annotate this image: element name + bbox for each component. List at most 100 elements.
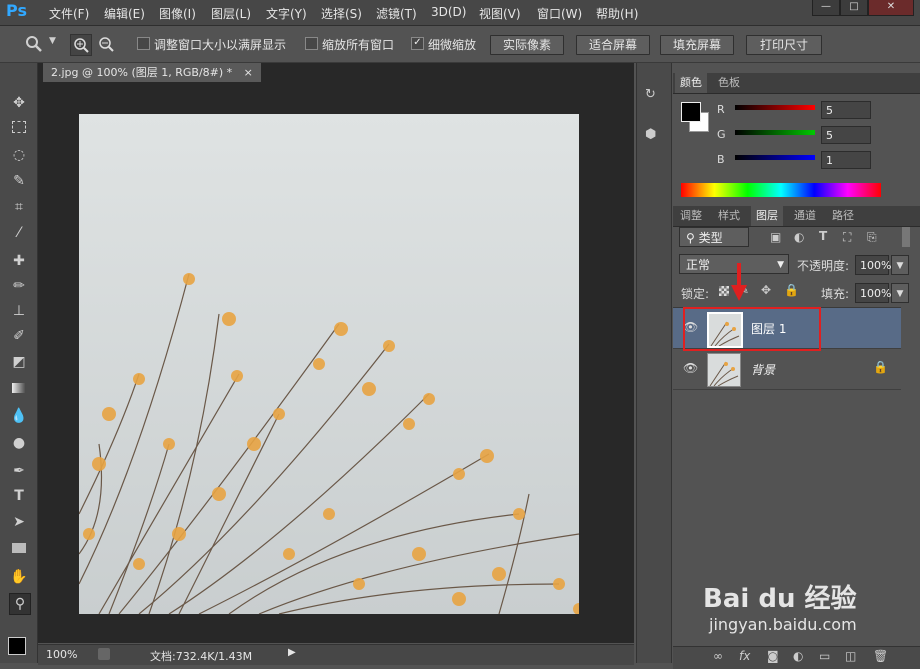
opacity-label: 不透明度: <box>797 259 850 273</box>
layer-row-background[interactable]: 👁 背景 🔒 <box>673 349 901 390</box>
menu-3d[interactable]: 3D(D) <box>431 5 466 19</box>
close-document-icon[interactable]: × <box>244 66 253 79</box>
fx-icon[interactable]: fx <box>739 649 750 663</box>
tab-paths[interactable]: 路径 <box>827 206 859 226</box>
type-tool-icon[interactable]: T <box>9 486 29 506</box>
menu-type[interactable]: 文字(Y) <box>266 5 307 22</box>
history-panel-icon[interactable]: ↻ <box>645 87 663 105</box>
menu-image[interactable]: 图像(I) <box>159 5 196 22</box>
new-group-icon[interactable]: ▭ <box>819 649 830 663</box>
actual-pixels-button[interactable]: 实际像素 <box>490 35 564 55</box>
link-layers-icon[interactable]: ∞ <box>713 649 723 663</box>
lock-all-icon[interactable]: 🔒 <box>784 283 799 297</box>
move-tool-icon[interactable]: ✥ <box>9 93 29 113</box>
layer-mask-icon[interactable]: ◙ <box>767 649 779 663</box>
scrubby-zoom-checkbox[interactable]: ✓ <box>411 37 424 50</box>
fill-field[interactable]: 100% <box>855 283 891 303</box>
document-size: 文档:732.4K/1.43M <box>150 650 253 663</box>
zoom-tool-icon[interactable] <box>24 34 44 58</box>
path-selection-tool-icon[interactable]: ➤ <box>9 512 29 532</box>
dodge-tool-icon[interactable]: ● <box>9 433 29 453</box>
document-title: 2.jpg @ 100% (图层 1, RGB/8#) * <box>51 66 233 79</box>
print-size-button[interactable]: 打印尺寸 <box>746 35 822 55</box>
background-layer-name[interactable]: 背景 <box>751 361 775 378</box>
properties-panel-icon[interactable]: ⬢ <box>645 127 663 145</box>
document-tab[interactable]: 2.jpg @ 100% (图层 1, RGB/8#) * × <box>43 63 261 82</box>
flower-branches-image <box>79 114 579 614</box>
b-value-field[interactable]: 1 <box>821 151 871 169</box>
g-slider[interactable] <box>735 130 815 135</box>
menu-filter[interactable]: 滤镜(T) <box>376 5 417 22</box>
opacity-dropdown-icon[interactable]: ▼ <box>891 255 909 275</box>
eyedropper-tool-icon[interactable]: ⁄ <box>9 223 29 243</box>
brush-tool-icon[interactable]: ✏ <box>9 276 29 296</box>
pixel-filter-icon[interactable]: ▣ <box>770 230 781 244</box>
healing-brush-tool-icon[interactable]: ✚ <box>9 251 29 271</box>
menu-select[interactable]: 选择(S) <box>321 5 362 22</box>
adjustment-filter-icon[interactable]: ◐ <box>794 230 804 244</box>
quick-selection-tool-icon[interactable]: ✎ <box>9 171 29 191</box>
tab-color[interactable]: 颜色 <box>675 73 707 93</box>
clone-stamp-tool-icon[interactable]: ⊥ <box>9 301 29 321</box>
fill-label: 填充: <box>821 287 850 301</box>
menu-window[interactable]: 窗口(W) <box>537 5 582 22</box>
color-spectrum-bar[interactable] <box>681 183 881 197</box>
zoom-tool-selected-icon[interactable]: ⚲ <box>9 593 31 615</box>
zoom-out-icon[interactable] <box>96 34 116 58</box>
close-button[interactable]: ✕ <box>868 0 914 16</box>
history-brush-tool-icon[interactable]: ✐ <box>9 326 29 346</box>
g-value-field[interactable]: 5 <box>821 126 871 144</box>
menu-help[interactable]: 帮助(H) <box>596 5 638 22</box>
zoom-in-icon[interactable] <box>70 34 92 56</box>
marquee-tool-icon[interactable] <box>9 119 29 139</box>
filter-toggle-switch[interactable] <box>902 227 910 247</box>
resize-windows-label: 调整窗口大小以满屏显示 <box>154 38 287 52</box>
gradient-tool-icon[interactable] <box>9 379 29 399</box>
eraser-tool-icon[interactable]: ◩ <box>9 352 29 372</box>
fill-screen-button[interactable]: 填充屏幕 <box>660 35 734 55</box>
adjustment-layer-icon[interactable]: ◐ <box>793 649 803 663</box>
tool-preset-dropdown-icon[interactable]: ▼ <box>49 36 56 46</box>
layer-filter-dropdown[interactable]: ⚲ 类型 <box>679 227 749 247</box>
r-value-field[interactable]: 5 <box>821 101 871 119</box>
opacity-field[interactable]: 100% <box>855 255 891 275</box>
zoom-level[interactable]: 100% <box>46 648 77 661</box>
trash-icon[interactable]: 🗑 <box>873 649 888 663</box>
tab-adjustments[interactable]: 调整 <box>675 206 707 226</box>
lock-transparency-icon[interactable] <box>719 286 729 296</box>
pen-tool-icon[interactable]: ✒ <box>9 461 29 481</box>
shape-filter-icon[interactable]: ⛶ <box>843 230 851 245</box>
b-slider[interactable] <box>735 155 815 160</box>
tab-channels[interactable]: 通道 <box>789 206 821 226</box>
smart-object-filter-icon[interactable]: ⎘ <box>867 230 877 245</box>
fill-dropdown-icon[interactable]: ▼ <box>891 283 909 303</box>
image-canvas[interactable] <box>79 114 579 614</box>
lock-position-icon[interactable]: ✥ <box>761 283 771 297</box>
crop-tool-icon[interactable]: ⌗ <box>9 197 29 217</box>
fit-screen-button[interactable]: 适合屏幕 <box>576 35 650 55</box>
foreground-color-chip[interactable] <box>681 102 701 122</box>
minimize-button[interactable]: — <box>812 0 840 16</box>
tab-layers[interactable]: 图层 <box>751 206 783 226</box>
menu-layer[interactable]: 图层(L) <box>211 5 251 22</box>
new-layer-icon[interactable]: ◫ <box>845 649 856 663</box>
lasso-tool-icon[interactable]: ◌ <box>9 145 29 165</box>
share-icon[interactable] <box>98 648 110 660</box>
annotation-arrow-icon <box>731 263 747 301</box>
blur-tool-icon[interactable]: 💧 <box>9 406 29 426</box>
tab-swatches[interactable]: 色板 <box>713 73 745 93</box>
visibility-eye-icon[interactable]: 👁 <box>683 361 698 375</box>
maximize-button[interactable]: □ <box>840 0 868 16</box>
menu-view[interactable]: 视图(V) <box>479 5 521 22</box>
tab-styles[interactable]: 样式 <box>713 206 745 226</box>
foreground-color-swatch[interactable] <box>8 637 26 655</box>
resize-windows-checkbox[interactable] <box>137 37 150 50</box>
menu-edit[interactable]: 编辑(E) <box>104 5 145 22</box>
type-filter-icon[interactable]: T <box>819 229 827 243</box>
zoom-all-windows-checkbox[interactable] <box>305 37 318 50</box>
status-menu-arrow-icon[interactable]: ▶ <box>288 647 296 658</box>
r-slider[interactable] <box>735 105 815 110</box>
hand-tool-icon[interactable]: ✋ <box>9 567 29 587</box>
rectangle-tool-icon[interactable] <box>9 539 29 559</box>
menu-file[interactable]: 文件(F) <box>49 5 89 22</box>
